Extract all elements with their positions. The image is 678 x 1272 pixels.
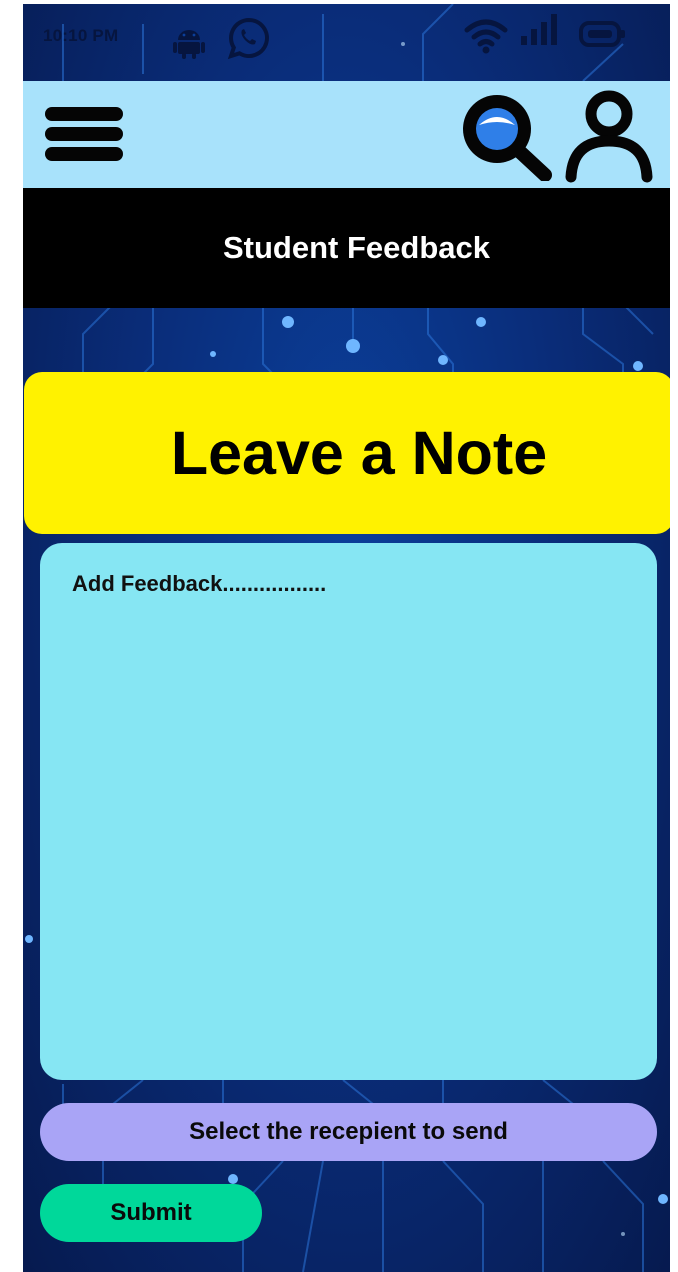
wifi-icon (464, 19, 508, 54)
select-recipient-label: Select the recepient to send (189, 1118, 508, 1145)
leave-a-note-banner: Leave a Note (24, 372, 670, 534)
header-band: Student Feedback (23, 188, 670, 308)
signal-icon (521, 14, 557, 45)
feedback-input[interactable] (70, 569, 634, 1063)
phone-screen: 10:10 PM Student Feedback Leave a Note A… (23, 4, 670, 1272)
menu-button[interactable] (45, 107, 125, 163)
android-icon (173, 30, 205, 59)
select-recipient-button[interactable]: Select the recepient to send (40, 1103, 657, 1161)
banner-heading: Leave a Note (170, 419, 548, 487)
profile-icon[interactable] (563, 89, 655, 183)
search-icon[interactable] (459, 91, 553, 181)
submit-label: Submit (110, 1199, 192, 1226)
feedback-box (40, 543, 657, 1080)
battery-icon (579, 21, 625, 47)
whatsapp-icon (227, 17, 269, 60)
page-title: Student Feedback (223, 230, 490, 265)
submit-button[interactable]: Submit (40, 1184, 262, 1242)
status-bar: 10:10 PM (23, 4, 670, 81)
app-bar (23, 81, 670, 188)
status-time: 10:10 PM (43, 26, 119, 45)
